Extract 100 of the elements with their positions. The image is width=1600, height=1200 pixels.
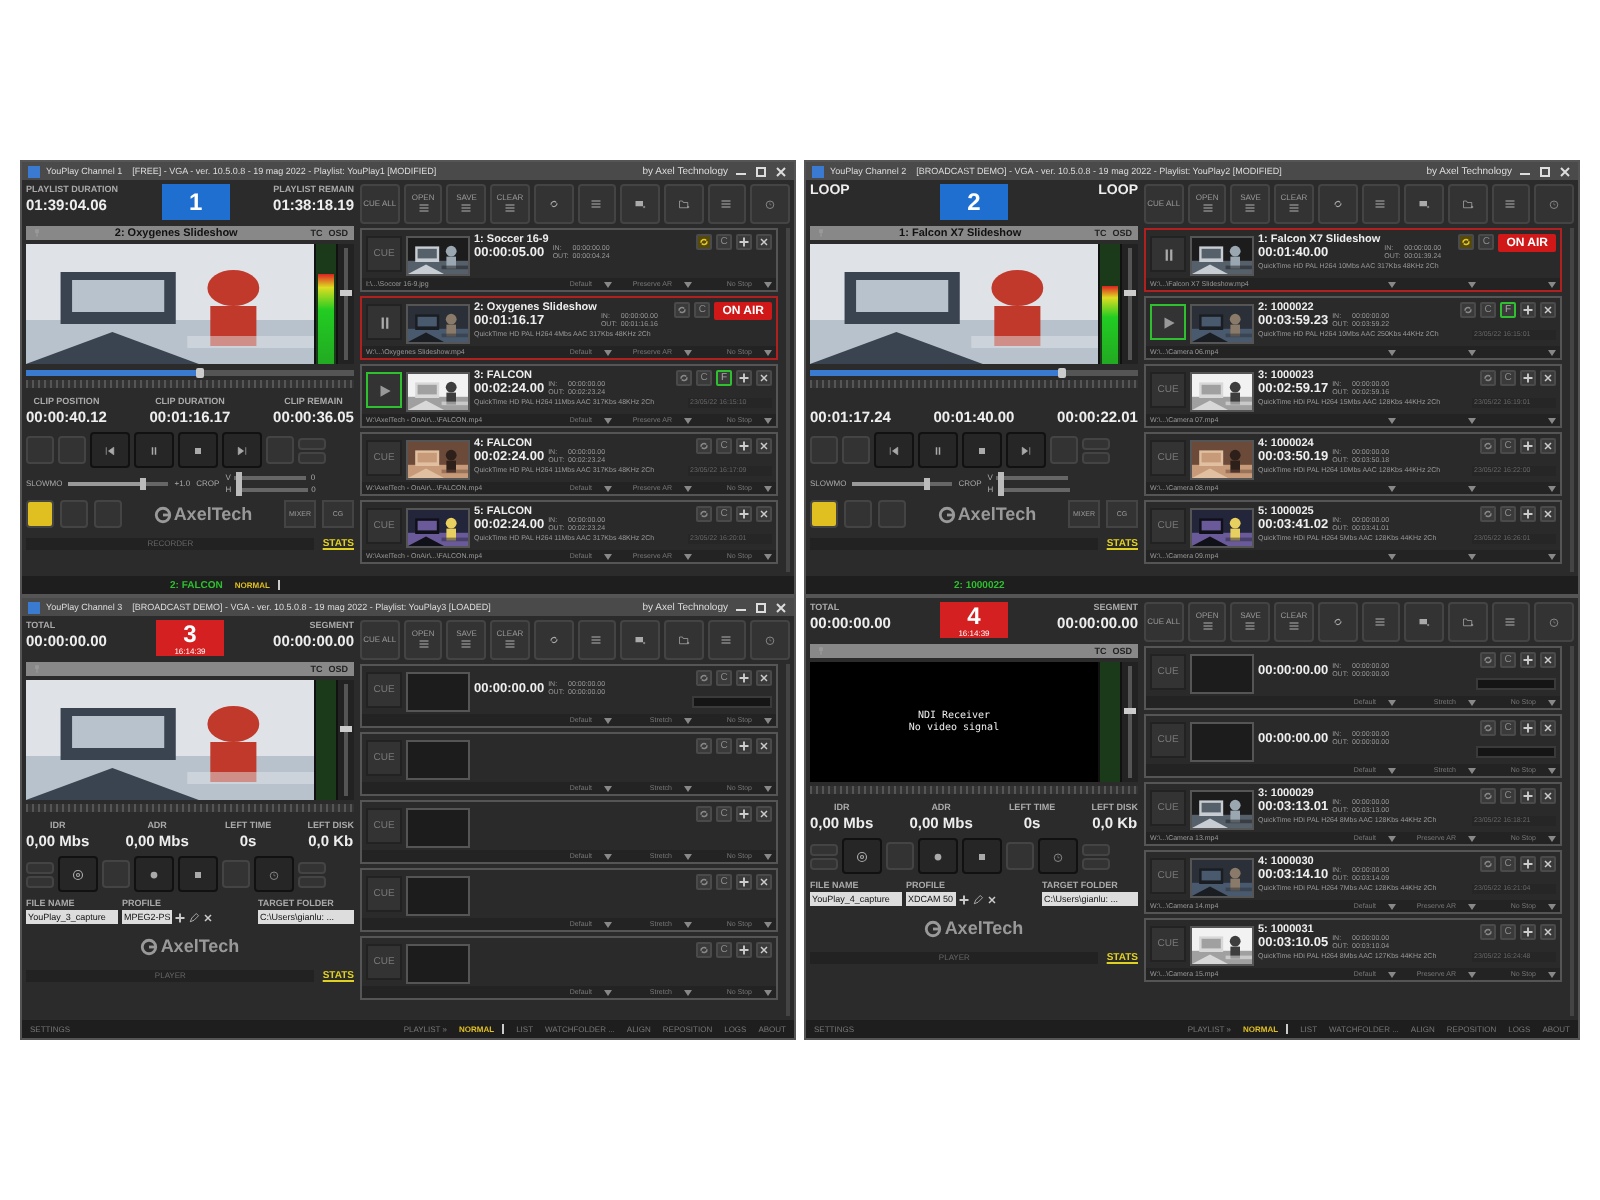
close-icon[interactable] — [774, 601, 788, 613]
clear-list-button[interactable] — [1361, 184, 1401, 224]
dropdown-arrow-icon — [684, 921, 692, 927]
close-icon[interactable] — [774, 165, 788, 177]
add-button[interactable] — [1520, 506, 1536, 522]
add-button[interactable] — [736, 874, 752, 890]
add-button[interactable] — [736, 670, 752, 686]
dropdown-arrow-icon — [604, 553, 612, 559]
slider-thumb[interactable] — [1124, 290, 1136, 297]
delete-button[interactable] — [1540, 302, 1556, 318]
list-button[interactable] — [1491, 184, 1531, 224]
list-button[interactable] — [1491, 602, 1531, 642]
alarm-clock-icon — [1546, 198, 1563, 210]
delete-button[interactable] — [1540, 924, 1556, 940]
loop-button[interactable] — [674, 302, 691, 318]
clear-list-button[interactable] — [577, 620, 617, 660]
delete-button[interactable] — [756, 506, 772, 522]
folder-add-icon — [675, 198, 692, 210]
pause-icon — [932, 441, 944, 459]
maximize-icon[interactable] — [754, 601, 768, 613]
seek-bar[interactable] — [26, 370, 354, 376]
add-button[interactable] — [1520, 856, 1536, 872]
previous-button[interactable] — [90, 432, 130, 468]
stop-button[interactable] — [178, 432, 218, 468]
repeat-icon — [1482, 926, 1494, 938]
clear-list-button[interactable] — [577, 184, 617, 224]
slider-thumb[interactable] — [1124, 708, 1136, 715]
playlist-view-button[interactable] — [26, 500, 54, 528]
add-button[interactable] — [736, 438, 752, 454]
delete-button[interactable] — [756, 874, 772, 890]
maximize-icon[interactable] — [1538, 165, 1552, 177]
add-button[interactable] — [1520, 438, 1536, 454]
dropdown-arrow-icon — [764, 717, 772, 723]
alarm-clock-icon — [1546, 616, 1563, 628]
dropdown-arrow-icon — [684, 349, 692, 355]
add-screen-button[interactable] — [1404, 184, 1444, 224]
maximize-icon[interactable] — [754, 165, 768, 177]
next-button[interactable] — [1006, 432, 1046, 468]
delete-button[interactable] — [756, 670, 772, 686]
delete-button[interactable] — [756, 738, 772, 754]
delete-button[interactable] — [1540, 506, 1556, 522]
add-screen-button[interactable] — [1404, 602, 1444, 642]
next-button[interactable] — [222, 432, 262, 468]
add-button[interactable] — [1520, 652, 1536, 668]
schedule-field[interactable] — [1476, 678, 1556, 690]
cue-button[interactable] — [1150, 304, 1186, 340]
delete-button[interactable] — [756, 234, 772, 250]
clear-list-button[interactable] — [1361, 602, 1401, 642]
add-button[interactable] — [1520, 924, 1536, 940]
seek-bar[interactable] — [810, 370, 1138, 376]
add-button[interactable] — [736, 738, 752, 754]
schedule-field[interactable] — [692, 696, 772, 708]
loop-button[interactable] — [696, 234, 712, 250]
schedule-field[interactable] — [1476, 746, 1556, 758]
record-button[interactable] — [918, 838, 958, 874]
close-icon[interactable] — [1558, 165, 1572, 177]
dropdown-arrow-icon — [1548, 281, 1556, 287]
alarm-clock-icon — [268, 865, 280, 883]
add-button[interactable] — [736, 942, 752, 958]
delete-button[interactable] — [1540, 370, 1556, 386]
add-button[interactable] — [736, 806, 752, 822]
add-button[interactable] — [1520, 370, 1536, 386]
delete-button[interactable] — [1540, 438, 1556, 454]
stop-button[interactable] — [962, 432, 1002, 468]
pin-icon — [816, 646, 826, 656]
add-button[interactable] — [736, 370, 752, 386]
delete-button[interactable] — [756, 438, 772, 454]
slider-thumb[interactable] — [340, 726, 352, 733]
delete-button[interactable] — [1540, 652, 1556, 668]
playlist-view-button[interactable] — [810, 500, 838, 528]
delete-button[interactable] — [756, 942, 772, 958]
cue-button[interactable] — [366, 372, 402, 408]
slider-thumb[interactable] — [340, 290, 352, 297]
delete-button[interactable] — [756, 806, 772, 822]
list-button[interactable] — [707, 620, 747, 660]
channel-number: 4 — [967, 603, 981, 627]
delete-button[interactable] — [1540, 720, 1556, 736]
grid-icon — [415, 638, 432, 651]
add-button[interactable] — [736, 234, 752, 250]
add-button[interactable] — [1520, 720, 1536, 736]
add-screen-button[interactable] — [620, 620, 660, 660]
folder-add-icon — [1459, 198, 1476, 210]
list-button[interactable] — [707, 184, 747, 224]
loop-button[interactable] — [1458, 234, 1475, 250]
delete-icon — [1542, 722, 1554, 734]
stop-button[interactable] — [178, 856, 218, 892]
dropdown-arrow-icon — [1468, 485, 1476, 491]
repeat-icon — [545, 198, 562, 210]
add-button[interactable] — [1520, 788, 1536, 804]
add-button[interactable] — [736, 506, 752, 522]
add-screen-button[interactable] — [620, 184, 660, 224]
add-button[interactable] — [1520, 302, 1536, 318]
delete-button[interactable] — [1540, 856, 1556, 872]
record-button[interactable] — [134, 856, 174, 892]
delete-button[interactable] — [756, 370, 772, 386]
previous-button[interactable] — [874, 432, 914, 468]
cue-button[interactable] — [1150, 236, 1186, 272]
delete-button[interactable] — [1540, 788, 1556, 804]
stop-button[interactable] — [962, 838, 1002, 874]
cue-button[interactable] — [366, 304, 402, 340]
